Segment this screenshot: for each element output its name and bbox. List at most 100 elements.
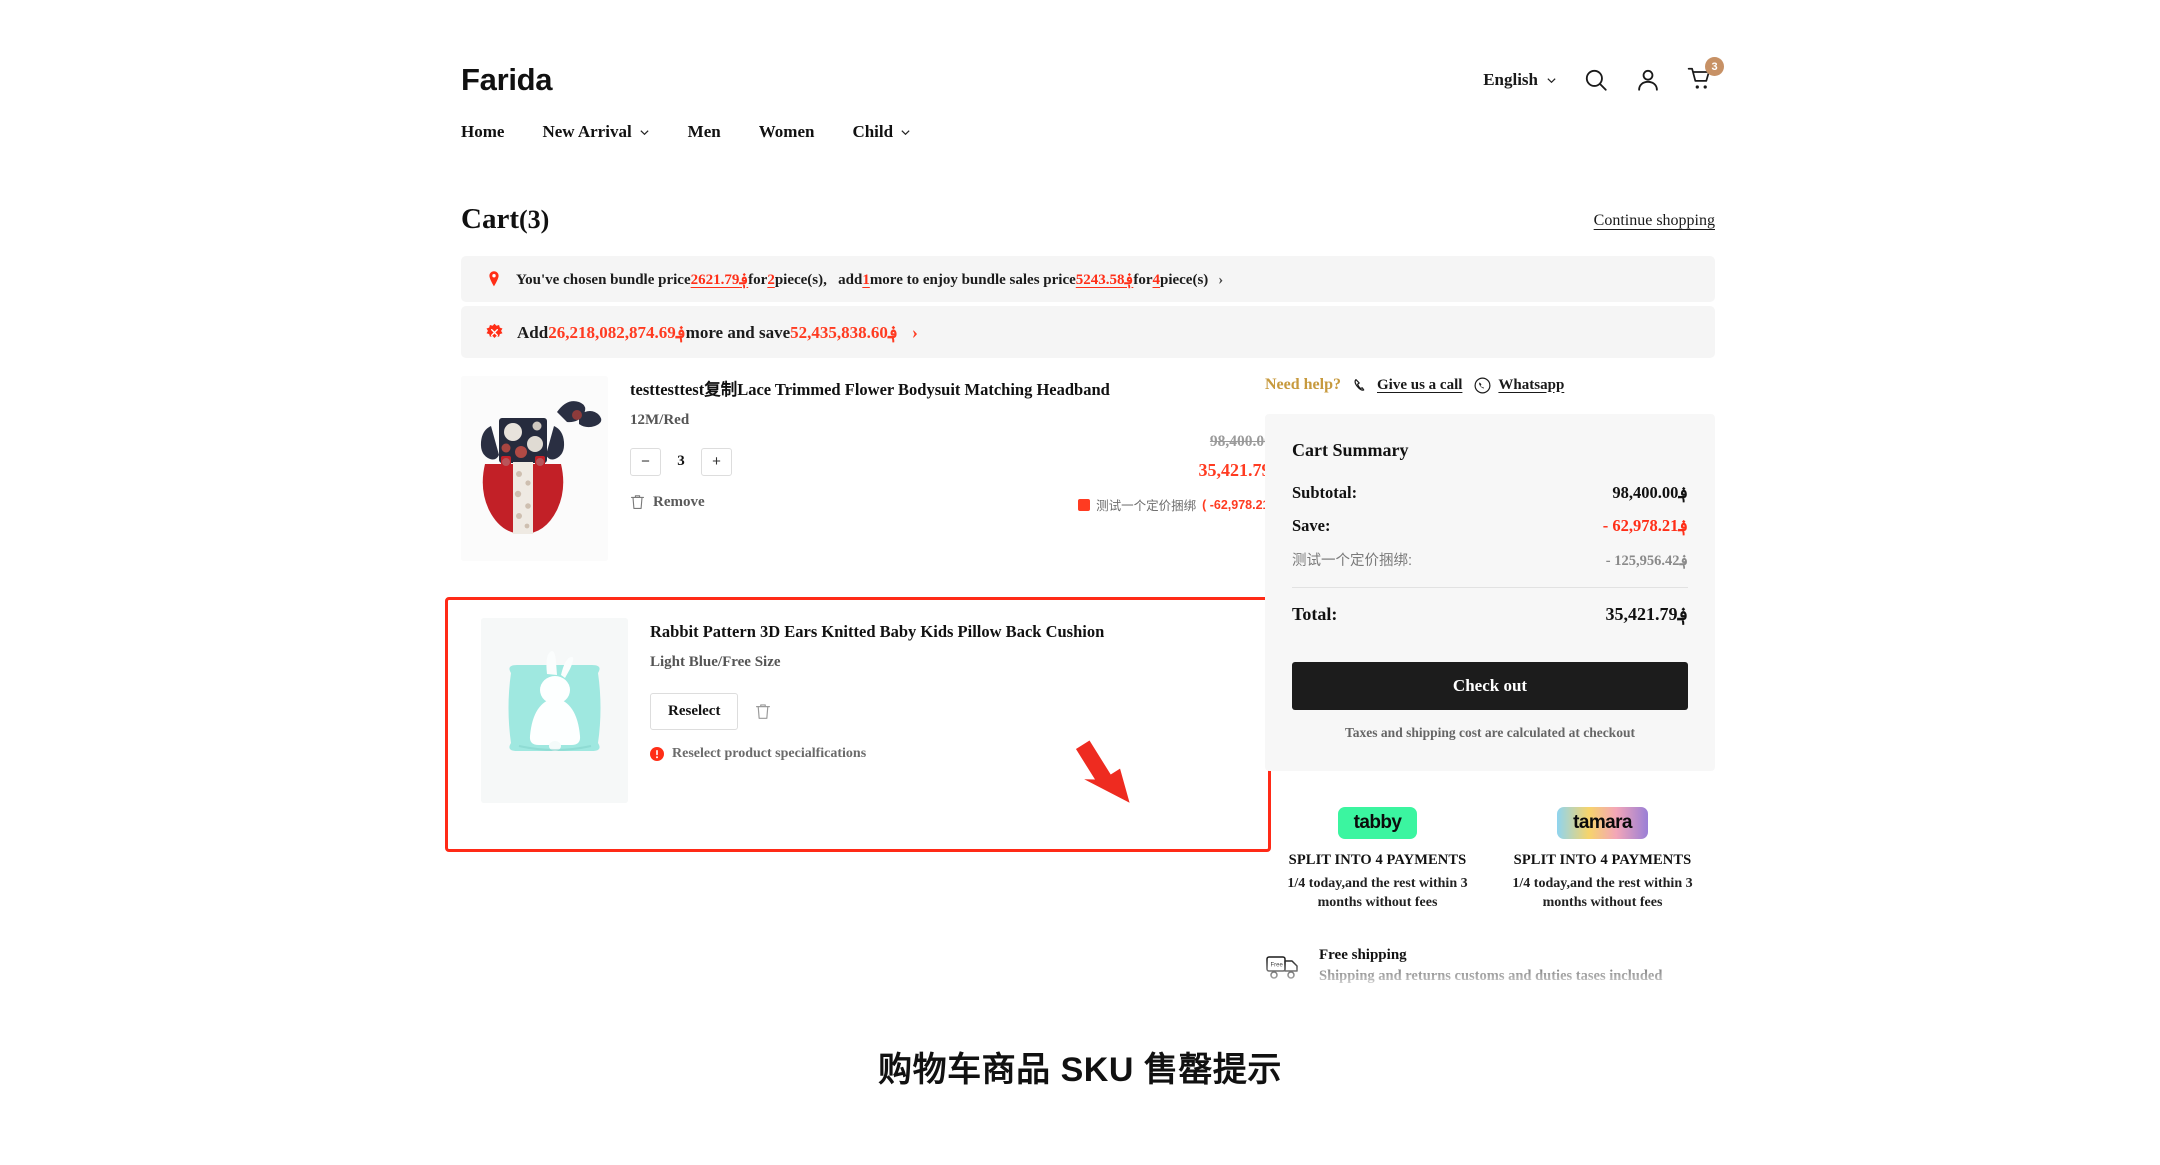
summary-divider — [1292, 587, 1688, 588]
bottom-fade-overlay — [383, 958, 1777, 1006]
cart-title-text: Cart — [461, 203, 519, 235]
promo-seg-2: for — [748, 271, 768, 288]
reselect-button[interactable]: Reselect — [650, 692, 739, 730]
chevron-down-icon — [639, 127, 650, 138]
cart-button[interactable]: 3 — [1687, 57, 1724, 94]
subtotal-label: Subtotal: — [1292, 483, 1358, 502]
nav-label: Women — [758, 122, 815, 141]
need-help-row: Need help? Give us a call Whatsapp — [1265, 376, 1715, 394]
checkout-button[interactable]: Check out — [1292, 662, 1688, 710]
search-icon[interactable] — [1583, 67, 1609, 93]
bundle-promo-banner[interactable]: You've chosen bundle price ؋2621.79 for … — [461, 256, 1715, 302]
bundle-label: 测试一个定价捆绑: — [1292, 553, 1413, 569]
product-variant: Light Blue/Free Size — [650, 653, 781, 670]
remove-label: Remove — [653, 493, 705, 510]
cart-item-row: Rabbit Pattern 3D Ears Knitted Baby Kids… — [481, 618, 1250, 803]
tax-shipping-note: Taxes and shipping cost are calculated a… — [1345, 725, 1635, 740]
product-variant: 12M/Red — [630, 411, 690, 428]
chevron-down-icon — [1546, 75, 1557, 86]
payment-sub: 1/4 today,and the rest within 3 months w… — [1512, 876, 1693, 910]
nav-label: New Arrival — [542, 122, 632, 141]
sku-sold-out-error: Reselect product specialfications — [650, 746, 1250, 762]
savings-seg-1: Add — [517, 322, 549, 342]
product-title[interactable]: Rabbit Pattern 3D Ears Knitted Baby Kids… — [650, 622, 1250, 642]
promo-tag-icon — [1078, 498, 1091, 511]
tabby-logo: tabby — [1337, 807, 1418, 839]
nav-item-home[interactable]: Home — [461, 122, 504, 142]
cart-item-details: testtesttest复制Lace Trimmed Flower Bodysu… — [630, 376, 1281, 561]
site-header: Farida English 3 Home New Arrival Men Wo… — [383, 0, 1777, 172]
cart-item-error-highlight: Rabbit Pattern 3D Ears Knitted Baby Kids… — [445, 597, 1271, 852]
whatsapp-link[interactable]: Whatsapp — [1474, 377, 1564, 394]
payment-option-tamara[interactable]: tamara SPLIT INTO 4 PAYMENTS 1/4 today,a… — [1490, 807, 1715, 913]
cart-count-badge: 3 — [1705, 57, 1724, 76]
error-message: Reselect product specialfications — [672, 745, 867, 761]
cart-sidebar: Need help? Give us a call Whatsapp Cart … — [1265, 376, 1715, 1006]
payment-options: tabby SPLIT INTO 4 PAYMENTS 1/4 today,an… — [1265, 807, 1715, 913]
payment-sub: 1/4 today,and the rest within 3 months w… — [1287, 876, 1468, 910]
nav-item-new-arrival[interactable]: New Arrival — [542, 122, 649, 142]
summary-title: Cart Summary — [1292, 440, 1409, 460]
nav-item-men[interactable]: Men — [688, 122, 721, 142]
savings-price-1: ؋26,218,082,874.69 — [548, 322, 686, 342]
reselect-actions: Reselect — [650, 692, 1250, 730]
light-blue-rabbit-pillow-image — [481, 618, 628, 803]
total-label: Total: — [1292, 604, 1338, 624]
bundle-promo-text: You've chosen bundle price ؋2621.79 for … — [516, 270, 1223, 289]
savings-promo-text: Add ؋26,218,082,874.69 more and save ؋52… — [517, 322, 918, 343]
discounted-price: ؋35,421.79 — [1198, 460, 1281, 480]
quantity-increase-button[interactable]: + — [701, 447, 732, 476]
tamara-logo: tamara — [1557, 807, 1648, 839]
storefront-page: Farida English 3 Home New Arrival Men Wo… — [383, 0, 1777, 1006]
header-actions: English 3 — [1483, 57, 1724, 94]
promo-qty-3: 4 — [1152, 271, 1160, 288]
language-label: English — [1483, 70, 1538, 89]
floral-red-baby-romper-image — [461, 376, 608, 561]
nav-label: Men — [687, 122, 721, 141]
save-label: Save: — [1292, 516, 1331, 535]
trash-icon — [630, 494, 645, 510]
continue-shopping-link[interactable]: Continue shopping — [1594, 212, 1715, 230]
chevron-right-icon: › — [911, 321, 918, 342]
promo-seg-6: piece(s) — [1159, 271, 1209, 288]
product-thumbnail[interactable] — [461, 376, 608, 561]
promo-seg-3: piece(s), add — [774, 271, 863, 288]
page-title: Cart(3) — [461, 203, 549, 236]
user-icon[interactable] — [1635, 67, 1661, 93]
error-circle-icon — [650, 746, 664, 761]
payment-head: SPLIT INTO 4 PAYMENTS — [1288, 852, 1467, 868]
promo-price-1: ؋2621.79 — [690, 271, 749, 288]
language-selector[interactable]: English — [1483, 70, 1557, 90]
subtotal-value: ؋98,400.00 — [1612, 483, 1688, 502]
discount-burst-icon — [485, 323, 504, 342]
promo-note-label: 测试一个定价捆绑 — [1096, 499, 1197, 513]
promo-price-2: ؋5243.58 — [1075, 271, 1134, 288]
summary-row-total: Total: ؋35,421.79 — [1292, 604, 1688, 625]
quantity-decrease-button[interactable]: − — [630, 447, 661, 476]
chevron-right-icon: › — [1218, 271, 1224, 288]
call-label: Give us a call — [1377, 376, 1463, 393]
need-help-title: Need help? — [1265, 376, 1341, 393]
trash-icon[interactable] — [755, 703, 771, 720]
payment-option-tabby[interactable]: tabby SPLIT INTO 4 PAYMENTS 1/4 today,an… — [1265, 807, 1490, 913]
item-price-block: ؋98,400.00 ؋35,421.79 测试一个定价捆绑 ( -؋62,97… — [1078, 432, 1281, 514]
price-tag-icon — [485, 270, 503, 288]
quantity-value[interactable]: 3 — [661, 453, 701, 470]
summary-row-save: Save: - ؋62,978.21 — [1292, 516, 1688, 536]
cart-items-list: testtesttest复制Lace Trimmed Flower Bodysu… — [461, 376, 1281, 561]
product-thumbnail[interactable] — [481, 618, 628, 803]
promo-qty-2: 1 — [862, 271, 870, 288]
promo-seg-5: for — [1133, 271, 1153, 288]
screenshot-root: Farida English 3 Home New Arrival Men Wo… — [0, 0, 2160, 1165]
total-value: ؋35,421.79 — [1605, 604, 1688, 624]
whatsapp-icon — [1474, 376, 1491, 394]
promo-qty-1: 2 — [767, 271, 775, 288]
brand-logo[interactable]: Farida — [461, 62, 553, 98]
nav-item-child[interactable]: Child — [852, 122, 911, 142]
cart-item-count: (3) — [518, 205, 550, 234]
cart-item-row: testtesttest复制Lace Trimmed Flower Bodysu… — [461, 376, 1281, 561]
nav-item-women[interactable]: Women — [759, 122, 815, 142]
product-title[interactable]: testtesttest复制Lace Trimmed Flower Bodysu… — [630, 380, 1281, 400]
give-us-a-call-link[interactable]: Give us a call — [1353, 377, 1462, 394]
savings-promo-banner[interactable]: Add ؋26,218,082,874.69 more and save ؋52… — [461, 306, 1715, 358]
